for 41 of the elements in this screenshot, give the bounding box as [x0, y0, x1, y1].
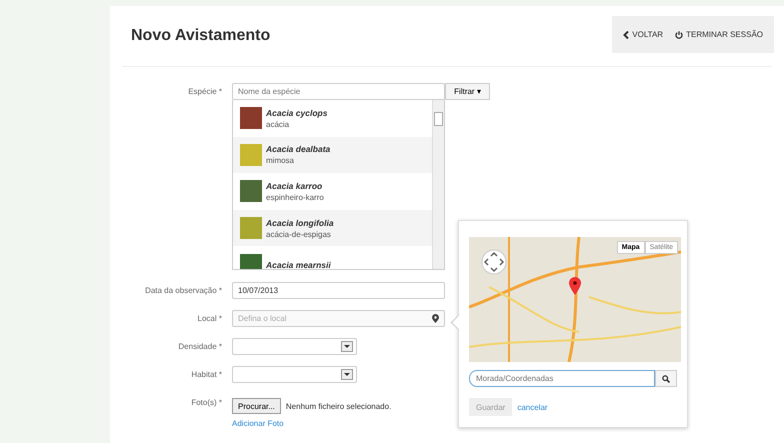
species-list-item[interactable]: Acacia karroo espinheiro-karro	[233, 173, 432, 210]
map-marker-icon	[569, 277, 581, 295]
field-label: Espécie *	[187, 86, 223, 96]
species-common-name: espinheiro-karro	[266, 192, 324, 202]
field-label: Local *	[196, 313, 223, 323]
select-field[interactable]	[232, 338, 357, 355]
address-search-field[interactable]: Morada/Coordenadas	[469, 370, 655, 387]
species-scientific-name: Acacia karroo	[266, 180, 324, 191]
cancel-link[interactable]: cancelar	[517, 402, 548, 412]
field-label: Data da observação *	[144, 285, 223, 295]
species-list-item[interactable]: Acacia longifolia acácia-de-espigas	[233, 210, 432, 246]
species-common-name: acácia-de-espigas	[266, 230, 332, 239]
date-field[interactable]: 10/07/2013	[232, 282, 445, 299]
power-icon	[675, 30, 684, 38]
field-label: Habitat *	[190, 369, 223, 379]
header-link[interactable]: TERMINAR SESSÃO	[672, 30, 766, 39]
header-link[interactable]: VOLTAR	[620, 30, 666, 39]
search-icon	[662, 374, 670, 382]
scrollbar[interactable]	[432, 100, 444, 269]
species-common-name: acácia	[266, 120, 290, 129]
species-scientific-name: Acacia dealbata	[266, 144, 330, 154]
page-title: Novo Avistamento	[131, 27, 270, 45]
filter-dropdown-button[interactable]: Filtrar ▾	[445, 83, 490, 100]
species-search-field[interactable]: Nome da espécie	[232, 83, 445, 100]
browse-button[interactable]: Procurar...	[232, 398, 281, 414]
species-list-item[interactable]: Acacia dealbata mimosa	[233, 136, 432, 174]
add-photo-link[interactable]: Adicionar Foto	[232, 419, 392, 428]
search-button[interactable]	[655, 370, 677, 387]
species-scientific-name: Acacia mearnsii	[266, 260, 331, 269]
file-status-text: Nenhum ficheiro selecionado.	[286, 402, 392, 410]
field-label: Foto(s) *	[190, 397, 223, 407]
species-list-item[interactable]: Acacia mearnsii	[233, 246, 432, 269]
pan-control-icon[interactable]	[481, 249, 507, 275]
species-scientific-name: Acacia cyclops	[266, 108, 328, 118]
chevron-left-icon	[623, 30, 630, 38]
species-common-name: mimosa	[266, 156, 296, 166]
map-pin-icon	[432, 314, 439, 323]
select-field[interactable]	[232, 366, 357, 383]
species-scientific-name: Acacia longifolia	[266, 218, 334, 228]
species-list-item[interactable]: Acacia cyclops acácia	[233, 100, 432, 137]
field-label: Densidade *	[177, 341, 223, 351]
